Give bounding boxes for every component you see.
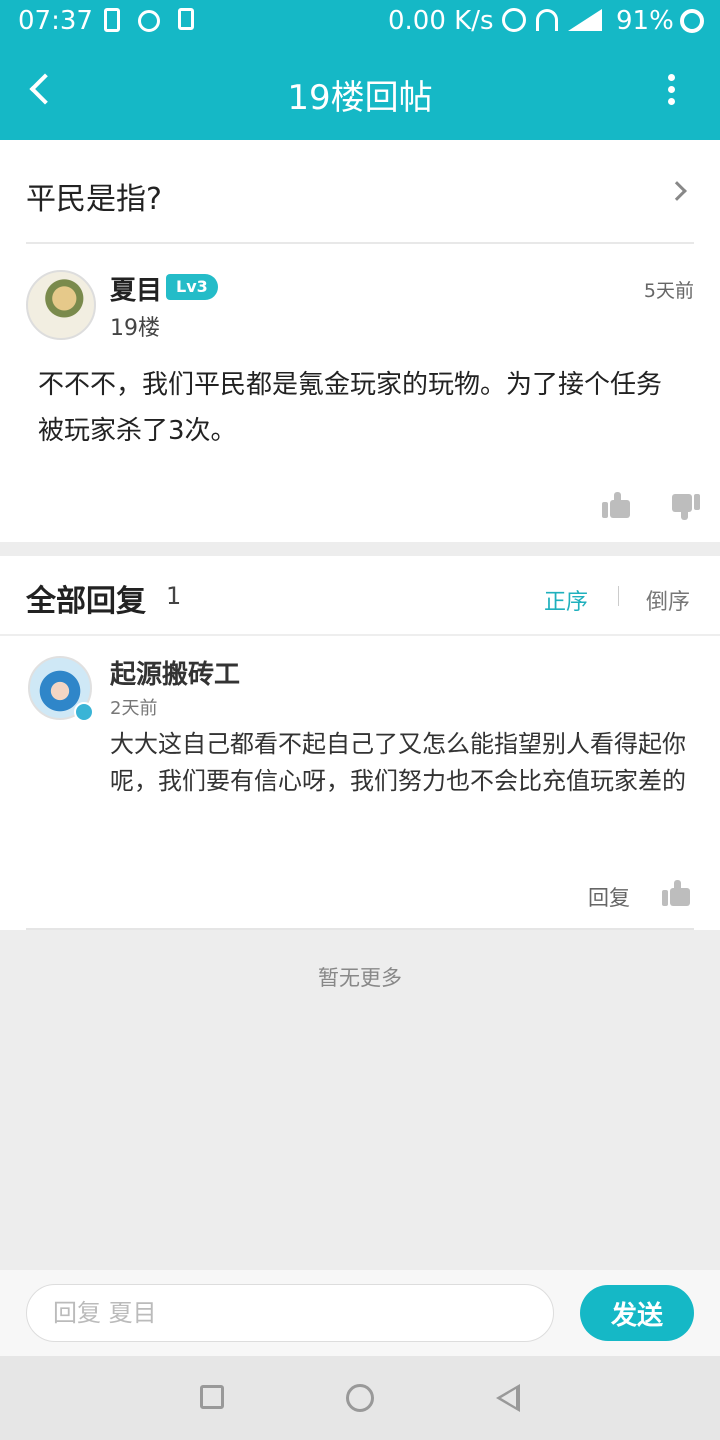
system-nav-bar (0, 1356, 720, 1440)
replies-count: 1 (166, 582, 182, 610)
nav-back-icon[interactable] (496, 1384, 520, 1412)
signal-icon (568, 9, 602, 31)
send-button[interactable]: 发送 (580, 1285, 694, 1341)
thread-title: 平民是指? (26, 182, 162, 217)
thumbs-up-icon[interactable] (602, 492, 630, 518)
page-title: 19楼回帖 (287, 78, 433, 118)
download-icon (178, 8, 194, 30)
status-right-icons (502, 8, 602, 32)
reply-content: 大大这自己都看不起自己了又怎么能指望别人看得起你呢，我们要有信心呀，我们努力也不… (110, 730, 686, 795)
replies-title: 全部回复 (26, 584, 146, 619)
chevron-right-icon (667, 181, 687, 201)
no-more-text: 暂无更多 (318, 966, 402, 990)
recent-apps-icon[interactable] (200, 1385, 224, 1409)
floor-number: 19楼 (110, 316, 160, 341)
author-name[interactable]: 夏目 (110, 270, 162, 307)
network-speed: 0.00 K/s (388, 6, 494, 36)
reply-button[interactable]: 回复 (588, 882, 630, 912)
reply-time: 2天前 (110, 698, 158, 719)
reply-input[interactable] (26, 1284, 554, 1342)
battery-charging-icon (104, 8, 120, 32)
status-left-icons (104, 8, 194, 32)
more-vertical-icon[interactable] (668, 74, 676, 110)
battery-ring-icon (680, 9, 704, 33)
alarm-icon (502, 8, 526, 32)
reply-author[interactable]: 起源搬砖工 (110, 654, 240, 691)
replies-section: 全部回复 1 正序 倒序 起源搬砖工 2天前 大大这自己都看不起自己了又怎么能指… (0, 556, 720, 930)
post-time: 5天前 (643, 280, 694, 302)
timer-icon (138, 10, 160, 32)
sort-ascending-button[interactable]: 正序 (544, 584, 588, 616)
author-avatar[interactable] (26, 270, 96, 340)
replies-header: 全部回复 1 正序 倒序 (0, 556, 720, 636)
headset-icon (536, 9, 558, 31)
verified-badge-icon (74, 702, 94, 722)
reply-thumbs-up-icon[interactable] (662, 880, 690, 906)
title-bar: 19楼回帖 (0, 44, 720, 140)
post-card: 平民是指? 夏目 Lv3 19楼 5天前 不不不，我们平民都是氪金玩家的玩物。为… (0, 140, 720, 542)
divider (26, 928, 694, 930)
level-badge: Lv3 (166, 274, 218, 300)
thumbs-down-icon[interactable] (672, 494, 700, 520)
reply-input-bar: 发送 (0, 1270, 720, 1356)
thread-link[interactable]: 平民是指? (26, 140, 694, 244)
sort-descending-button[interactable]: 倒序 (646, 584, 690, 616)
status-time: 07:37 (18, 6, 93, 36)
status-bar: 07:37 0.00 K/s 91% (0, 0, 720, 44)
sort-divider (618, 586, 619, 606)
battery-percent: 91% (616, 6, 674, 36)
post-content: 不不不，我们平民都是氪金玩家的玩物。为了接个任务被玩家杀了3次。 (38, 370, 663, 446)
home-icon[interactable] (346, 1384, 374, 1412)
